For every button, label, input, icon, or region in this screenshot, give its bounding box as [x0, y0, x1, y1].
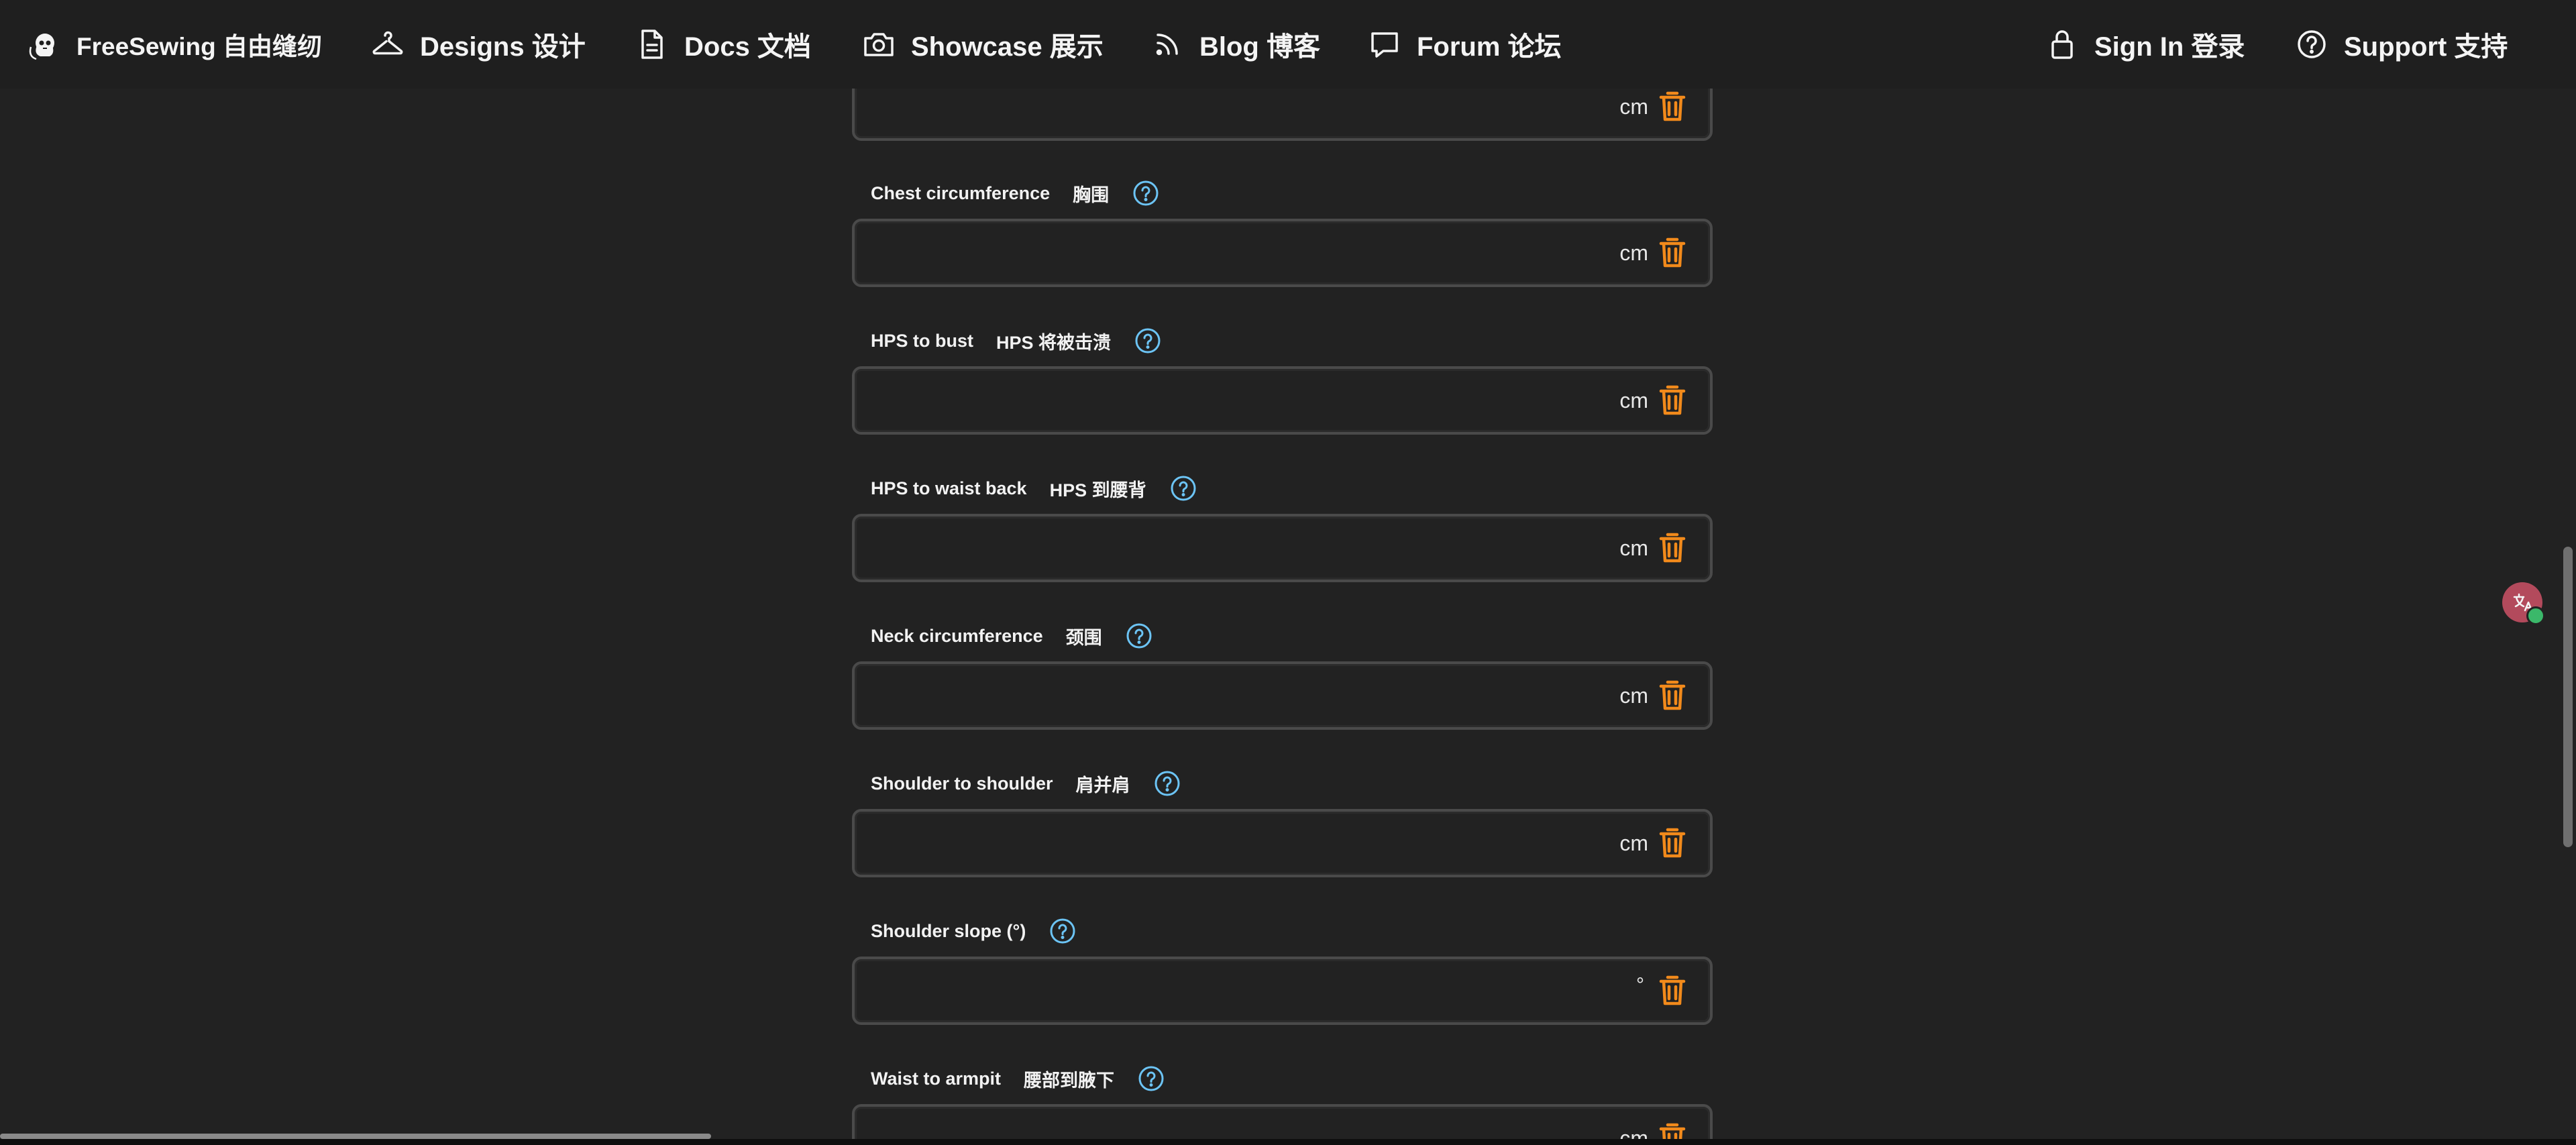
shoulder-to-shoulder-input-box: cm: [852, 809, 1713, 877]
trash-icon[interactable]: [1658, 664, 1687, 727]
nav-sign-in-label: Sign In 登录: [2094, 32, 2245, 62]
help-icon[interactable]: [1125, 622, 1153, 650]
nav-docs[interactable]: Docs 文档: [635, 0, 811, 89]
help-icon[interactable]: [1153, 769, 1181, 798]
label-zh: HPS 将被击溃: [996, 332, 1112, 353]
shoulder-slope-input[interactable]: [868, 967, 1542, 1016]
trash-icon[interactable]: [1658, 221, 1687, 284]
measurement-input[interactable]: [868, 83, 1542, 131]
label-en: HPS to waist back: [871, 478, 1027, 498]
degree-unit-label: °: [1636, 974, 1644, 996]
nav-blog[interactable]: Blog 博客: [1150, 0, 1320, 89]
nav-sign-in[interactable]: Sign In 登录: [2045, 0, 2245, 89]
unit-label: cm: [1619, 683, 1648, 708]
chest-circumference-input-box: cm: [852, 219, 1713, 287]
unit-label: cm: [1619, 240, 1648, 265]
hps-to-bust-label: HPS to bust HPS 将被击溃: [871, 325, 1162, 357]
camera-icon: [861, 27, 896, 62]
label-zh: 颈围: [1065, 627, 1102, 648]
label-en: Neck circumference: [871, 625, 1043, 646]
label-zh: 腰部到腋下: [1024, 1070, 1115, 1091]
chest-circumference-input[interactable]: [868, 229, 1542, 278]
help-icon[interactable]: [1132, 179, 1160, 207]
horizontal-scroll-indicator: [0, 1134, 711, 1139]
top-navigation: FreeSewing 自由缝纫 Designs 设计 Docs 文档 Showc…: [0, 0, 2576, 89]
chat-bubble-icon: [1367, 27, 1402, 62]
unit-label: cm: [1619, 388, 1648, 413]
rss-feed-icon: [1150, 27, 1185, 62]
nav-support-label: Support 支持: [2344, 32, 2508, 62]
label-zh: HPS 到腰背: [1049, 480, 1146, 500]
status-check-badge: [2526, 606, 2545, 625]
unit-label: cm: [1619, 535, 1648, 560]
help-icon[interactable]: [1049, 917, 1077, 945]
help-icon[interactable]: [1169, 474, 1197, 502]
waist-to-armpit-label: Waist to armpit 腰部到腋下: [871, 1062, 1165, 1095]
neck-circumference-label: Neck circumference 颈围: [871, 620, 1153, 652]
shoulder-to-shoulder-input[interactable]: [868, 820, 1542, 868]
window-bottom-edge: [0, 1139, 2576, 1145]
hps-to-waist-back-input-box: cm: [852, 514, 1713, 582]
trash-icon[interactable]: [1658, 369, 1687, 432]
nav-home-link[interactable]: FreeSewing 自由缝纫: [27, 0, 322, 89]
label-zh: 肩并肩: [1075, 775, 1130, 796]
trash-icon[interactable]: [1658, 516, 1687, 580]
lock-icon: [2045, 27, 2080, 62]
freesewing-logo-icon: [27, 27, 62, 62]
shoulder-slope-input-box: °: [852, 957, 1713, 1025]
vertical-scrollbar-thumb[interactable]: [2563, 547, 2573, 847]
nav-showcase[interactable]: Showcase 展示: [861, 0, 1104, 89]
label-en: Waist to armpit: [871, 1068, 1002, 1089]
neck-circumference-input-box: cm: [852, 661, 1713, 730]
nav-docs-label: Docs 文档: [684, 32, 811, 62]
nav-forum-label: Forum 论坛: [1417, 32, 1562, 62]
nav-showcase-label: Showcase 展示: [911, 32, 1104, 62]
document-icon: [635, 27, 669, 62]
hps-to-waist-back-label: HPS to waist back HPS 到腰背: [871, 472, 1197, 504]
hanger-icon: [370, 27, 405, 62]
shoulder-slope-label: Shoulder slope (°): [871, 915, 1077, 947]
label-zh: 胸围: [1073, 184, 1110, 205]
app-window: FreeSewing 自由缝纫 Designs 设计 Docs 文档 Showc…: [0, 0, 2576, 1145]
help-circle-icon: [2294, 27, 2329, 62]
help-icon[interactable]: [1137, 1065, 1165, 1093]
neck-circumference-input[interactable]: [868, 672, 1542, 720]
nav-blog-label: Blog 博客: [1199, 32, 1320, 62]
label-en: Chest circumference: [871, 182, 1051, 203]
nav-forum[interactable]: Forum 论坛: [1367, 0, 1562, 89]
label-en: Shoulder slope (°): [871, 920, 1026, 941]
nav-designs-label: Designs 设计: [420, 32, 586, 62]
chest-circumference-label: Chest circumference 胸围: [871, 177, 1160, 209]
trash-icon[interactable]: [1658, 812, 1687, 875]
nav-designs[interactable]: Designs 设计: [370, 0, 586, 89]
translate-extension-button[interactable]: [2502, 582, 2545, 625]
help-icon[interactable]: [1134, 327, 1162, 355]
label-en: HPS to bust: [871, 330, 973, 351]
trash-icon[interactable]: [1658, 959, 1687, 1022]
hps-to-bust-input[interactable]: [868, 377, 1542, 425]
nav-support[interactable]: Support 支持: [2294, 0, 2508, 89]
hps-to-waist-back-input[interactable]: [868, 525, 1542, 573]
label-en: Shoulder to shoulder: [871, 773, 1053, 794]
shoulder-to-shoulder-label: Shoulder to shoulder 肩并肩: [871, 767, 1181, 800]
unit-label: cm: [1619, 830, 1648, 855]
hps-to-bust-input-box: cm: [852, 366, 1713, 435]
brand-name: FreeSewing 自由缝纫: [76, 33, 322, 60]
